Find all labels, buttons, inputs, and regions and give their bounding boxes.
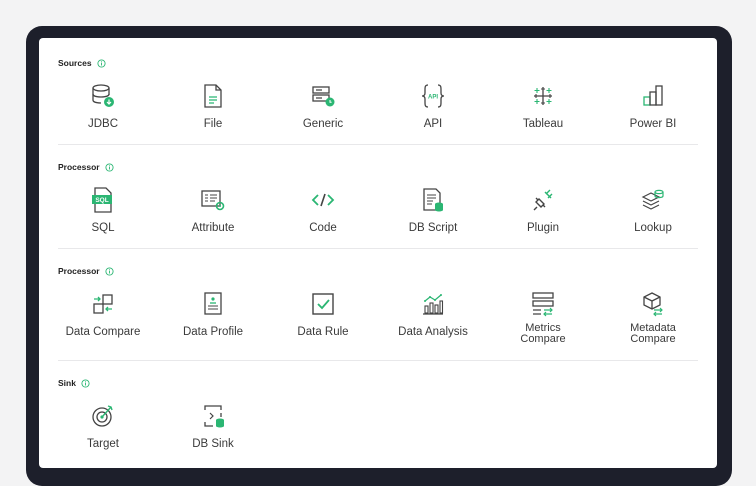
tile-db-sink[interactable]: DB Sink: [158, 401, 268, 450]
data-compare-icon: [93, 294, 113, 314]
tile-label: Attribute: [191, 222, 235, 234]
tile-label: SQL: [91, 222, 115, 234]
tile-label: Data Profile: [182, 326, 244, 338]
info-icon[interactable]: [96, 58, 106, 68]
tile-label: Lookup: [634, 222, 672, 234]
tile-label: File: [203, 118, 223, 130]
data-profile-icon: [204, 292, 222, 315]
tile-plugin[interactable]: Plugin: [488, 185, 598, 234]
lookup-icon: [641, 189, 664, 210]
section-header: Sources: [58, 56, 106, 70]
tile-metrics-compare[interactable]: Metrics Compare: [488, 289, 598, 345]
tile-metadata-compare[interactable]: Metadata Compare: [598, 289, 708, 345]
tile-jdbc[interactable]: JDBC: [48, 81, 158, 130]
section-title: Processor: [58, 266, 100, 276]
metadata-compare-icon: [643, 292, 663, 317]
section-title: Sources: [58, 58, 92, 68]
tile-label: JDBC: [87, 118, 119, 130]
tile-power-bi[interactable]: Power BI: [598, 81, 708, 130]
db-sink-icon: [204, 405, 224, 428]
section-header: Processor: [58, 264, 114, 278]
tile-label: Tableau: [522, 118, 564, 130]
tile-generic[interactable]: Generic: [268, 81, 378, 130]
tableau-icon: [534, 87, 552, 105]
tile-label: Data Analysis: [398, 326, 468, 338]
tile-db-script[interactable]: DB Script: [378, 185, 488, 234]
tile-data-rule[interactable]: Data Rule: [268, 289, 378, 338]
svg-text:SQL: SQL: [95, 197, 108, 204]
metrics-compare-icon: [532, 292, 554, 317]
tile-target[interactable]: Target: [48, 401, 158, 450]
section-title: Processor: [58, 162, 100, 172]
plugin-icon: [533, 189, 553, 211]
tile-label: Metadata Compare: [630, 322, 676, 345]
info-icon[interactable]: [105, 266, 114, 276]
data-rule-icon: [312, 293, 334, 315]
section-header: Processor: [58, 160, 114, 174]
tile-file[interactable]: File: [158, 81, 268, 130]
tile-label: Data Rule: [297, 326, 349, 338]
section-header: Sink: [58, 376, 90, 390]
info-icon[interactable]: [81, 378, 90, 388]
tile-label: DB Script: [408, 222, 458, 234]
tile-tableau[interactable]: Tableau: [488, 81, 598, 130]
database-icon: [92, 84, 114, 107]
tile-label: API: [423, 118, 443, 130]
attribute-icon: [201, 190, 225, 211]
target-icon: [92, 405, 113, 427]
tile-label: Generic: [302, 118, 344, 130]
api-icon: API: [421, 84, 445, 108]
component-palette: Sources JDBC File Generic API API Tablea…: [39, 38, 717, 468]
powerbi-icon: [643, 85, 663, 106]
tile-sql[interactable]: SQL SQL: [48, 185, 158, 234]
tile-data-profile[interactable]: Data Profile: [158, 289, 268, 338]
tile-label: Code: [309, 222, 337, 234]
db-script-icon: [423, 188, 443, 212]
tile-data-analysis[interactable]: Data Analysis: [378, 289, 488, 338]
tile-code[interactable]: Code: [268, 185, 378, 234]
svg-text:API: API: [428, 95, 438, 101]
tile-label: Plugin: [527, 222, 559, 234]
section-divider: [58, 360, 698, 361]
file-icon: [204, 84, 222, 108]
section-divider: [58, 248, 698, 249]
info-icon[interactable]: [105, 162, 114, 172]
tile-label: Target: [87, 438, 119, 450]
tile-label: Data Compare: [65, 326, 141, 338]
tile-lookup[interactable]: Lookup: [598, 185, 708, 234]
section-divider: [58, 144, 698, 145]
tile-data-compare[interactable]: Data Compare: [48, 289, 158, 338]
tile-label: Power BI: [629, 118, 677, 130]
sql-icon: SQL: [92, 187, 112, 213]
section-title: Sink: [58, 378, 76, 388]
tile-label: Metrics Compare: [520, 322, 566, 345]
tile-label: DB Sink: [192, 438, 234, 450]
generic-source-icon: [312, 86, 335, 107]
tile-api[interactable]: API API: [378, 81, 488, 130]
data-analysis-icon: [423, 294, 444, 315]
code-icon: [311, 193, 335, 207]
tile-attribute[interactable]: Attribute: [158, 185, 268, 234]
